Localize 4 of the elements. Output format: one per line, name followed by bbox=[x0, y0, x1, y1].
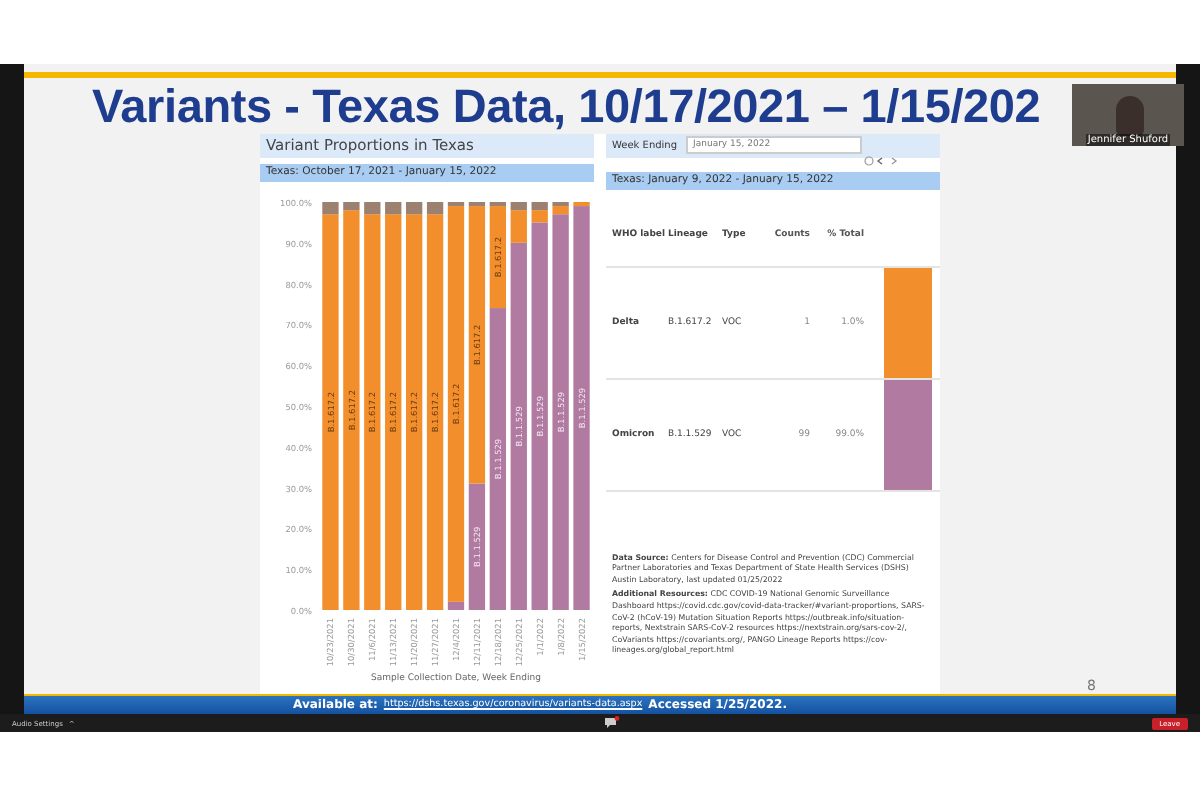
navigation-icon[interactable] bbox=[864, 155, 900, 166]
chat-icon[interactable] bbox=[604, 716, 621, 730]
slide-title: Variants - Texas Data, 10/17/2021 – 1/15/202 bbox=[90, 77, 1041, 134]
person-silhouette-icon bbox=[1116, 96, 1144, 136]
